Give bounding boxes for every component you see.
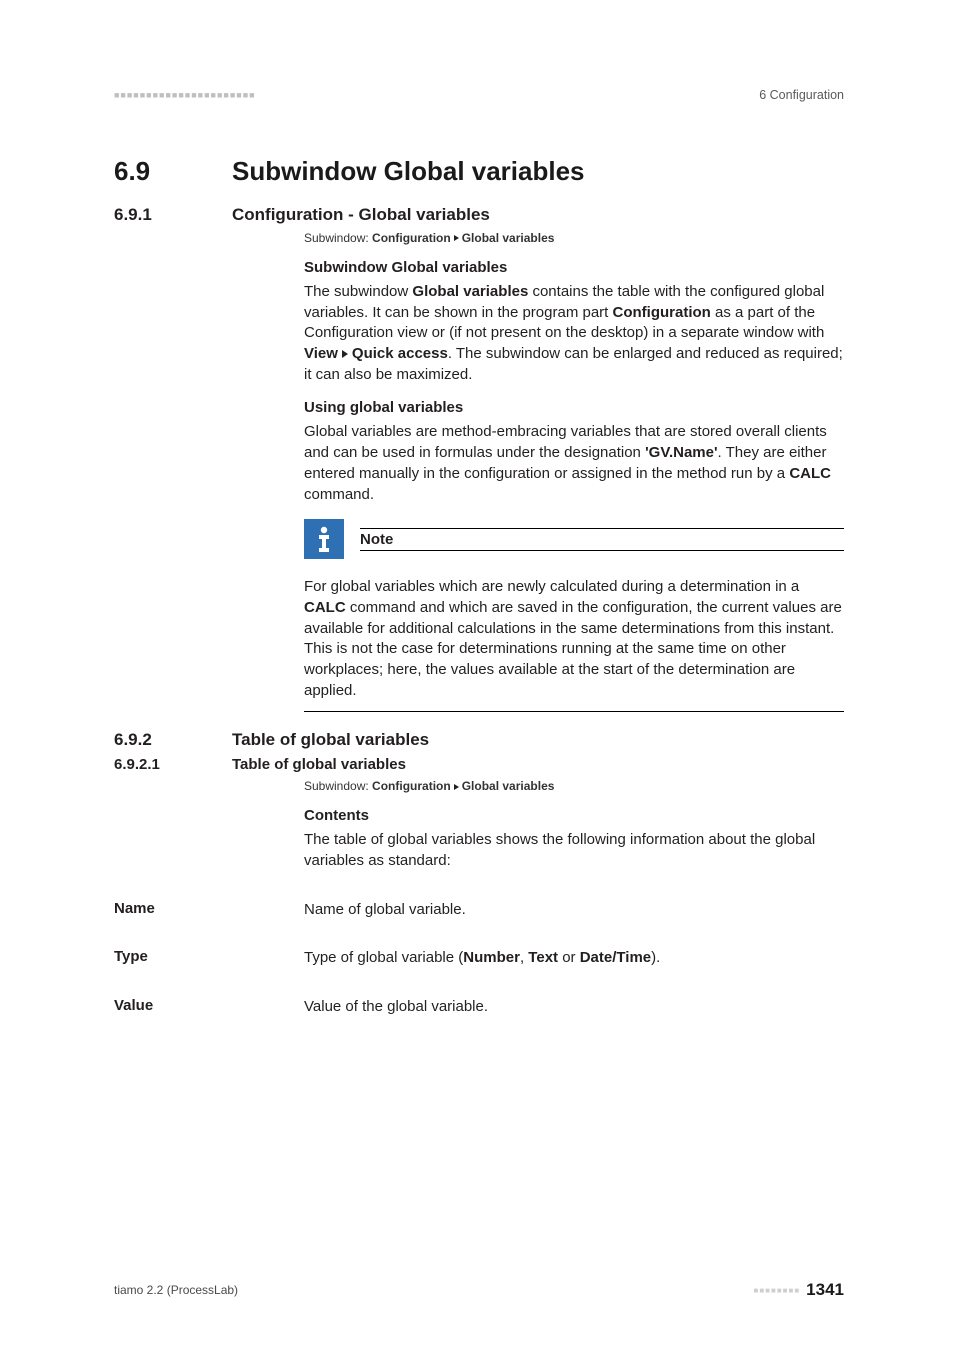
- chevron-right-icon: [454, 784, 459, 790]
- chevron-right-icon: [454, 235, 459, 241]
- paragraph: The table of global variables shows the …: [304, 830, 844, 871]
- header-chapter: 6 Configuration: [759, 88, 844, 102]
- field-label: Name: [114, 886, 304, 921]
- section-6-9-heading: 6.9 Subwindow Global variables: [114, 156, 844, 187]
- section-title: Subwindow Global variables: [232, 156, 585, 187]
- page-footer: tiamo 2.2 (ProcessLab) ■■■■■■■■ 1341: [114, 1280, 844, 1300]
- chevron-right-icon: [342, 350, 348, 358]
- section-number: 6.9: [114, 156, 232, 187]
- note-text: For global variables which are newly cal…: [304, 577, 844, 712]
- info-icon: [304, 519, 344, 559]
- footer-ornament: ■■■■■■■■: [754, 1286, 801, 1295]
- page-header: ■■■■■■■■■■■■■■■■■■■■■■ 6 Configuration: [114, 88, 844, 102]
- field-label: Value: [114, 983, 304, 1018]
- section-6-9-1-heading: 6.9.1 Configuration - Global variables: [114, 205, 844, 225]
- paragraph: Global variables are method-embracing va…: [304, 422, 844, 505]
- section-number: 6.9.2.1: [114, 756, 232, 773]
- footer-product: tiamo 2.2 (ProcessLab): [114, 1283, 238, 1297]
- field-description: Value of the global variable.: [304, 983, 488, 1018]
- section-6-9-2-1-heading: 6.9.2.1 Table of global variables: [114, 756, 844, 773]
- subheading: Contents: [304, 807, 844, 824]
- section-title: Configuration - Global variables: [232, 205, 490, 225]
- paragraph: The subwindow Global variables contains …: [304, 282, 844, 385]
- subheading: Subwindow Global variables: [304, 259, 844, 276]
- section-title: Table of global variables: [232, 730, 429, 750]
- field-description: Name of global variable.: [304, 886, 466, 921]
- page-number: 1341: [806, 1280, 844, 1300]
- breadcrumb: Subwindow: ConfigurationGlobal variables: [304, 231, 844, 245]
- breadcrumb: Subwindow: ConfigurationGlobal variables: [304, 779, 844, 793]
- section-6-9-2-heading: 6.9.2 Table of global variables: [114, 730, 844, 750]
- field-value: Value Value of the global variable.: [114, 983, 844, 1018]
- field-label: Type: [114, 934, 304, 969]
- field-type: Type Type of global variable (Number, Te…: [114, 934, 844, 969]
- field-name: Name Name of global variable.: [114, 886, 844, 921]
- section-number: 6.9.2: [114, 730, 232, 750]
- field-description: Type of global variable (Number, Text or…: [304, 934, 660, 969]
- note-label: Note: [360, 528, 844, 551]
- subheading: Using global variables: [304, 399, 844, 416]
- header-ornament: ■■■■■■■■■■■■■■■■■■■■■■: [114, 90, 256, 100]
- section-number: 6.9.1: [114, 205, 232, 225]
- section-title: Table of global variables: [232, 756, 406, 773]
- note-callout: Note For global variables which are newl…: [304, 519, 844, 712]
